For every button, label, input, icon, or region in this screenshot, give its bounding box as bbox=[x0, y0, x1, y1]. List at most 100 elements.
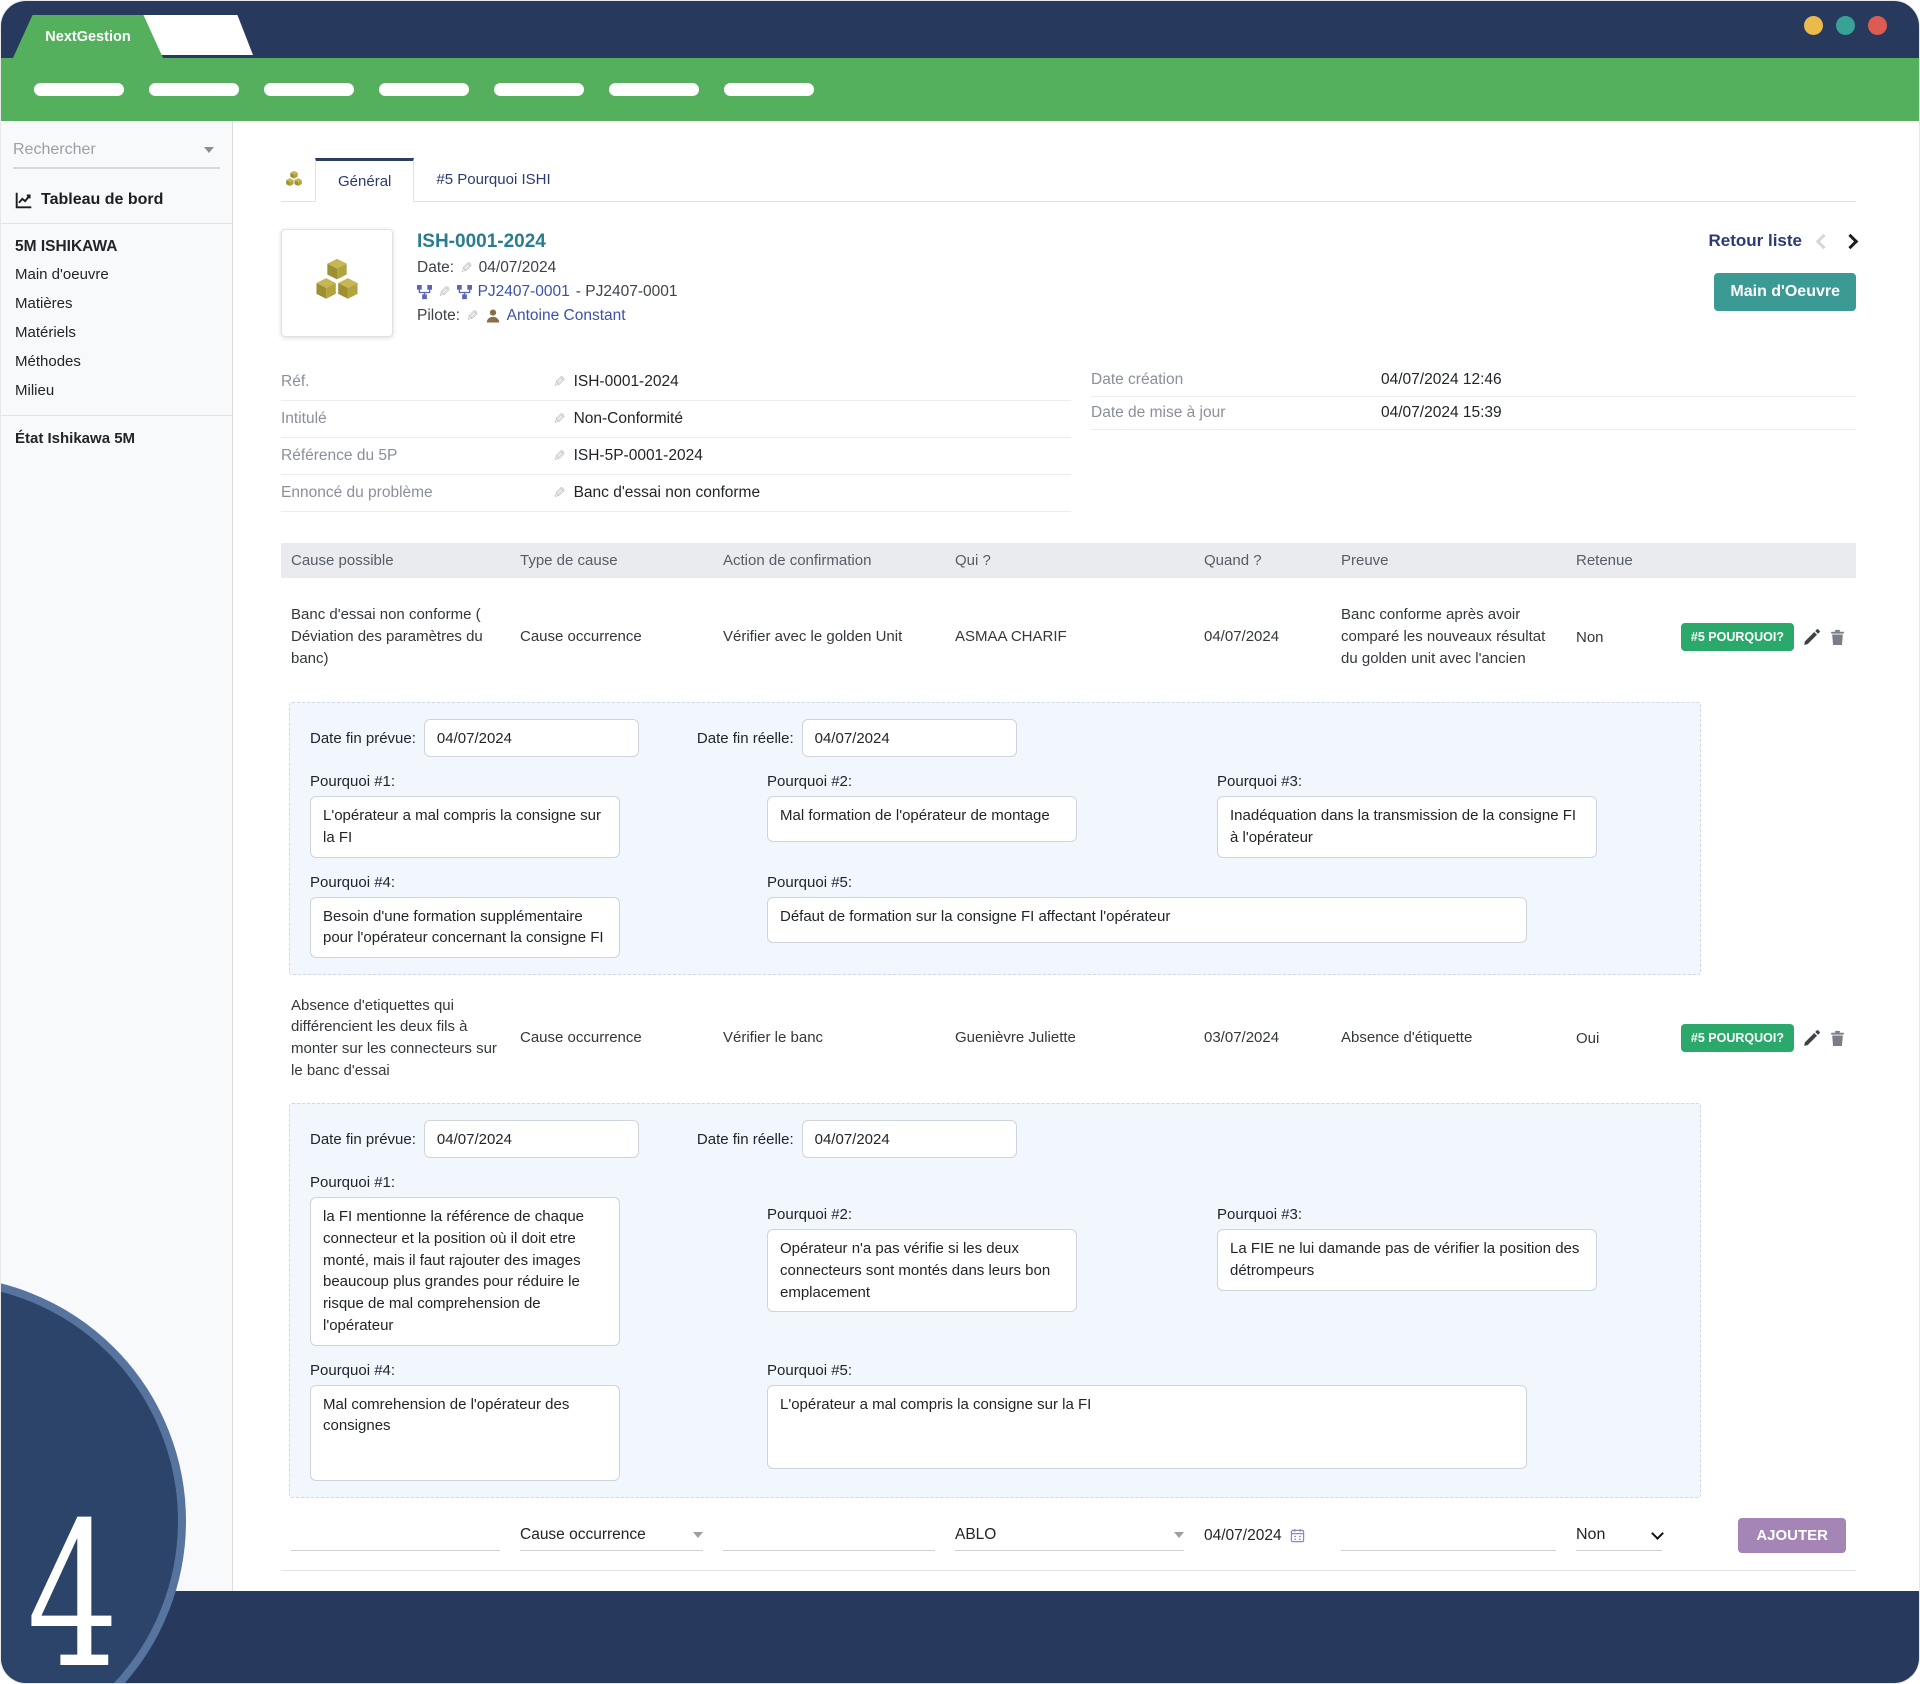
nav-pill[interactable] bbox=[264, 83, 354, 96]
cell-who: Guenièvre Juliette bbox=[955, 1027, 1076, 1049]
edit-pencil-icon[interactable]: ✎ bbox=[553, 412, 566, 427]
select-caret-icon bbox=[1174, 1532, 1184, 1538]
record-image-card[interactable] bbox=[281, 229, 393, 337]
chevron-left-icon[interactable] bbox=[1816, 233, 1832, 249]
selected-who: ABLO bbox=[955, 1526, 996, 1544]
window-controls bbox=[1804, 16, 1887, 35]
tab-general[interactable]: Général bbox=[315, 158, 414, 202]
calendar-icon[interactable] bbox=[1290, 1528, 1305, 1543]
field-label: Date de mise à jour bbox=[1091, 404, 1381, 422]
project-link[interactable]: PJ2407-0001 bbox=[478, 283, 570, 301]
new-retained-select[interactable]: Non bbox=[1576, 1521, 1662, 1551]
nav-pill[interactable] bbox=[149, 83, 239, 96]
new-proof-input[interactable] bbox=[1341, 1521, 1556, 1551]
new-type-select[interactable]: Cause occurrence bbox=[520, 1521, 703, 1551]
project-suffix: - PJ2407-0001 bbox=[576, 283, 678, 301]
info-row-enonce: Ennoncé du problème ✎ Banc d'essai non c… bbox=[281, 475, 1071, 512]
search-input[interactable] bbox=[13, 141, 193, 159]
why-input[interactable]: la FI mentionne la référence de chaque c… bbox=[310, 1197, 620, 1346]
minimize-dot[interactable] bbox=[1804, 16, 1823, 35]
delete-row-button[interactable] bbox=[1829, 629, 1846, 646]
date-value: 04/07/2024 bbox=[479, 259, 557, 277]
project-diagram-icon bbox=[417, 285, 432, 300]
brand-tab[interactable]: NextGestion bbox=[13, 15, 163, 58]
col-preuve: Preuve bbox=[1331, 543, 1566, 578]
why-label: Pourquoi #1: bbox=[310, 1174, 620, 1191]
cell-type: Cause occurrence bbox=[520, 626, 642, 648]
cell-cause: Absence d'etiquettes qui différencient l… bbox=[291, 995, 500, 1082]
edit-pencil-icon[interactable]: ✎ bbox=[466, 309, 479, 324]
sidebar-item-materiels[interactable]: Matériels bbox=[1, 318, 232, 347]
search-box[interactable] bbox=[13, 133, 220, 169]
page-number: 4 bbox=[27, 1497, 119, 1684]
close-dot[interactable] bbox=[1868, 16, 1887, 35]
edit-pencil-icon[interactable]: ✎ bbox=[553, 486, 566, 501]
field-value: ISH-0001-2024 bbox=[574, 373, 679, 391]
search-caret-icon[interactable] bbox=[204, 147, 214, 153]
date-due-label: Date fin prévue: bbox=[310, 730, 416, 747]
back-to-list-link[interactable]: Retour liste bbox=[1708, 231, 1802, 251]
trash-icon bbox=[1829, 1030, 1846, 1047]
why-input[interactable]: La FIE ne lui damande pas de vérifier la… bbox=[1217, 1229, 1597, 1291]
date-due-input[interactable] bbox=[424, 1120, 639, 1158]
date-actual-input[interactable] bbox=[802, 1120, 1017, 1158]
sidebar-item-matieres[interactable]: Matières bbox=[1, 289, 232, 318]
nav-pill[interactable] bbox=[724, 83, 814, 96]
edit-row-button[interactable] bbox=[1803, 629, 1820, 646]
nav-pill[interactable] bbox=[379, 83, 469, 96]
why-label: Pourquoi #2: bbox=[767, 1206, 1077, 1223]
sidebar-item-dashboard[interactable]: Tableau de bord bbox=[1, 169, 232, 223]
field-label: Réf. bbox=[281, 373, 553, 391]
five-why-button[interactable]: #5 POURQUOI? bbox=[1681, 623, 1794, 651]
why-input[interactable]: Inadéquation dans la transmission de la … bbox=[1217, 796, 1597, 858]
why-input[interactable]: Mal formation de l'opérateur de montage bbox=[767, 796, 1077, 842]
chevron-right-icon[interactable] bbox=[1843, 233, 1859, 249]
sidebar-item-milieu[interactable]: Milieu bbox=[1, 376, 232, 405]
new-cause-input[interactable] bbox=[291, 1521, 500, 1551]
pencil-icon bbox=[1803, 629, 1820, 646]
sidebar-item-methodes[interactable]: Méthodes bbox=[1, 347, 232, 376]
why-label: Pourquoi #4: bbox=[310, 874, 620, 891]
pilot-link[interactable]: Antoine Constant bbox=[507, 307, 626, 325]
why-input[interactable]: L'opérateur a mal compris la consigne su… bbox=[310, 796, 620, 858]
why-input[interactable]: Défaut de formation sur la consigne FI a… bbox=[767, 897, 1527, 943]
edit-row-button[interactable] bbox=[1803, 1030, 1820, 1047]
field-value: ISH-5P-0001-2024 bbox=[574, 447, 703, 465]
new-action-input[interactable] bbox=[723, 1521, 935, 1551]
field-value: Banc d'essai non conforme bbox=[574, 484, 760, 502]
main-doeuvre-button[interactable]: Main d'Oeuvre bbox=[1714, 273, 1856, 311]
sidebar-item-etat-ishikawa[interactable]: État Ishikawa 5M bbox=[1, 416, 232, 461]
date-actual-input[interactable] bbox=[802, 719, 1017, 757]
maximize-dot[interactable] bbox=[1836, 16, 1855, 35]
why-input[interactable]: Opérateur n'a pas vérifie si les deux co… bbox=[767, 1229, 1077, 1312]
edit-pencil-icon[interactable]: ✎ bbox=[553, 375, 566, 390]
add-button[interactable]: AJOUTER bbox=[1738, 1518, 1846, 1553]
field-label: Référence du 5P bbox=[281, 447, 553, 465]
field-value: Non-Conformité bbox=[574, 410, 683, 428]
five-why-button[interactable]: #5 POURQUOI? bbox=[1681, 1024, 1794, 1052]
edit-pencil-icon[interactable]: ✎ bbox=[553, 449, 566, 464]
edit-pencil-icon[interactable]: ✎ bbox=[460, 261, 473, 276]
info-row-date-maj: Date de mise à jour 04/07/2024 15:39 bbox=[1091, 397, 1856, 430]
project-diagram-icon bbox=[457, 285, 472, 300]
why-input[interactable]: Mal comrehension de l'opérateur des cons… bbox=[310, 1385, 620, 1481]
tab-5-pourquoi-ishi[interactable]: #5 Pourquoi ISHI bbox=[414, 157, 572, 201]
nav-pill[interactable] bbox=[609, 83, 699, 96]
field-value: 04/07/2024 15:39 bbox=[1381, 404, 1502, 422]
field-label: Intitulé bbox=[281, 410, 553, 428]
delete-row-button[interactable] bbox=[1829, 1030, 1846, 1047]
cell-who: ASMAA CHARIF bbox=[955, 626, 1067, 648]
sidebar-item-main-doeuvre[interactable]: Main d'oeuvre bbox=[1, 260, 232, 289]
nav-pill[interactable] bbox=[34, 83, 124, 96]
five-why-panel: Date fin prévue: Date fin réelle: Pourqu… bbox=[289, 702, 1701, 975]
new-who-select[interactable]: ABLO bbox=[955, 1521, 1184, 1551]
why-input[interactable]: L'opérateur a mal compris la consigne su… bbox=[767, 1385, 1527, 1469]
edit-pencil-icon[interactable]: ✎ bbox=[438, 285, 451, 300]
cubes-icon bbox=[283, 169, 305, 191]
date-due-input[interactable] bbox=[424, 719, 639, 757]
record-header: ISH-0001-2024 Date: ✎ 04/07/2024 bbox=[281, 229, 1856, 337]
cell-action: Vérifier avec le golden Unit bbox=[723, 626, 902, 648]
new-date-value[interactable]: 04/07/2024 bbox=[1204, 1527, 1282, 1545]
nav-pill[interactable] bbox=[494, 83, 584, 96]
why-input[interactable]: Besoin d'une formation supplémentaire po… bbox=[310, 897, 620, 959]
